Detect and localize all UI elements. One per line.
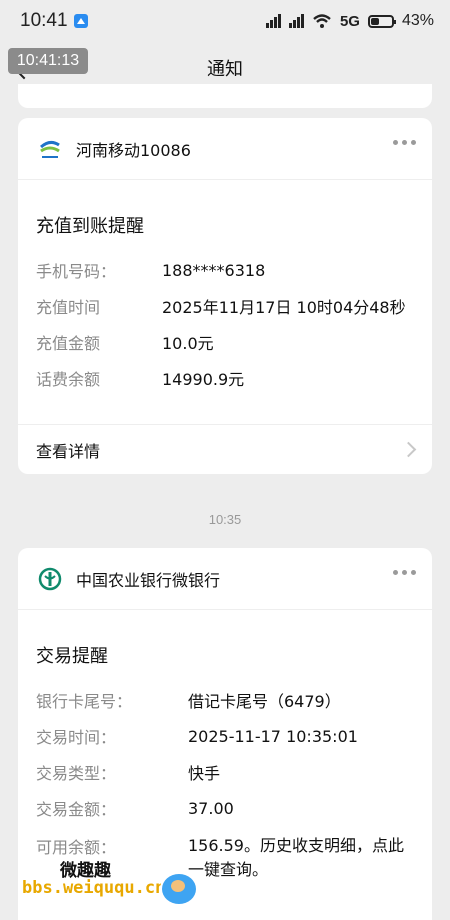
card-source: 中国农业银行微银行 — [76, 570, 221, 590]
previous-card-edge — [18, 84, 432, 108]
signal-2-icon — [288, 14, 304, 28]
info-row: 手机号码： 188****6318 — [36, 252, 414, 288]
row-label: 交易金额： — [36, 800, 117, 819]
notification-card-mobile[interactable]: 河南移动10086 充值到账提醒 手机号码： 188****6318 充值时间 … — [18, 118, 432, 474]
card-title: 交易提醒 — [36, 646, 108, 667]
status-time: 10:41 — [20, 10, 68, 31]
signal-icon — [265, 14, 281, 28]
abc-bank-logo-icon — [36, 565, 64, 593]
row-label: 充值金额 — [36, 334, 101, 353]
row-value: 14990.9元 — [162, 370, 245, 389]
info-row: 交易时间： 2025-11-17 10:35:01 — [36, 718, 414, 754]
network-type: 5G — [339, 12, 360, 30]
row-label: 可用余额： — [36, 838, 117, 857]
view-details-link[interactable]: 查看详情 — [18, 424, 432, 474]
mascot-icon — [160, 872, 198, 906]
watermark: 微趣趣 bbs.weiququ.cn — [22, 856, 202, 906]
info-row: 充值金额 10.0元 — [36, 324, 414, 360]
info-row: 交易类型： 快手 — [36, 754, 414, 790]
battery-icon — [367, 14, 396, 28]
row-value: 37.00 — [188, 798, 234, 818]
battery-level: 43% — [401, 12, 434, 29]
card-source: 河南移动10086 — [76, 140, 191, 160]
more-dots-icon[interactable] — [393, 140, 416, 145]
row-value: 2025年11月17日 10时04分48秒 — [162, 298, 406, 317]
row-label: 手机号码： — [36, 262, 117, 281]
card-header: 中国农业银行微银行 — [18, 548, 432, 610]
info-row: 交易金额： 37.00 — [36, 790, 414, 826]
message-time-separator: 10:35 — [208, 512, 242, 527]
row-value: 10.0元 — [162, 334, 214, 353]
card-title: 充值到账提醒 — [36, 216, 144, 237]
row-value: 快手 — [188, 764, 221, 783]
row-value: 借记卡尾号（6479） — [188, 692, 341, 711]
info-row: 银行卡尾号： 借记卡尾号（6479） — [36, 682, 414, 718]
info-row: 充值时间 2025年11月17日 10时04分48秒 — [36, 288, 414, 324]
row-label: 充值时间 — [36, 298, 101, 317]
wifi-icon — [313, 14, 331, 28]
row-value[interactable]: 156.59。历史收支明细，点此一键查询。 — [188, 834, 414, 882]
row-value: 2025-11-17 10:35:01 — [188, 726, 358, 746]
status-bar: 10:41 5G 43% — [0, 0, 450, 42]
row-value: 188****6318 — [162, 260, 266, 280]
chevron-right-icon — [400, 441, 417, 458]
row-label: 话费余额 — [36, 370, 101, 389]
watermark-url: bbs.weiququ.cn — [22, 878, 166, 898]
card-header: 河南移动10086 — [18, 118, 432, 180]
china-mobile-logo-icon — [36, 135, 64, 163]
more-dots-icon[interactable] — [393, 570, 416, 575]
info-row: 话费余额 14990.9元 — [36, 360, 414, 396]
row-label: 银行卡尾号： — [36, 692, 133, 711]
app-notification-icon — [73, 14, 88, 28]
row-label: 交易时间： — [36, 728, 117, 747]
view-details-label: 查看详情 — [36, 441, 101, 461]
page-title: 通知 — [207, 59, 243, 80]
row-label: 交易类型： — [36, 764, 117, 783]
